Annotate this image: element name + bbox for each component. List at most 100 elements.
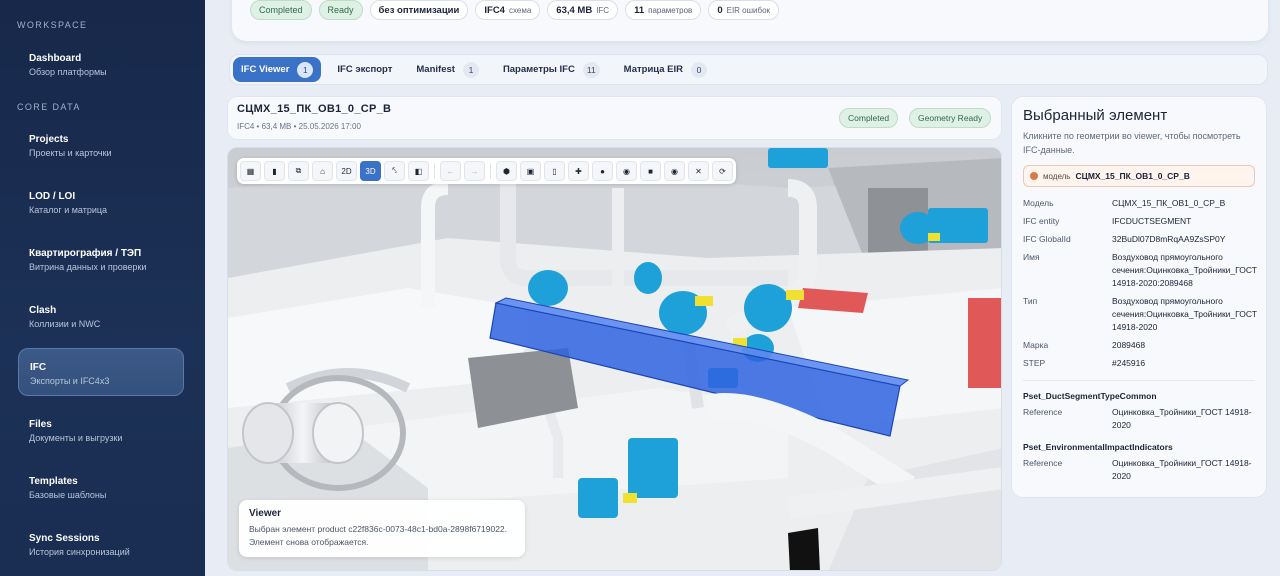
params-label: параметров	[648, 5, 693, 15]
property-row: Тип Воздуховод прямоугольного сечения:Оци…	[1023, 295, 1257, 334]
sidebar-item-files[interactable]: Files Документы и выгрузки	[18, 410, 184, 458]
tab-label: Manifest	[416, 64, 455, 75]
sidebar-item-ifc[interactable]: IFC Экспорты и IFC4x3	[18, 348, 184, 396]
property-key: Reference	[1023, 458, 1063, 468]
optimization-chip: без оптимизации	[369, 0, 469, 20]
measure-icon[interactable]: ⤣	[384, 161, 405, 181]
sidebar-item-clash[interactable]: Clash Коллизии и NWC	[18, 296, 184, 344]
property-key: Имя	[1023, 252, 1040, 262]
property-row: Имя Воздуховод прямоугольного сечения:Оци…	[1023, 251, 1257, 290]
pset-row: Reference Оцинковка_Тройники_ГОСТ 14918-2…	[1023, 406, 1255, 432]
model-chip: модель СЦМХ_15_ПК_ОВ1_0_СР_В	[1023, 165, 1255, 187]
model-dot-icon	[1030, 172, 1038, 180]
sidebar-item-subtitle: Документы и выгрузки	[29, 433, 123, 443]
sidebar-item-title: LOD / LOI	[29, 191, 76, 202]
tab-ifc-export[interactable]: IFC экспорт	[329, 57, 400, 82]
tab-count-badge: 0	[691, 61, 707, 78]
arrow-right-icon[interactable]: →	[464, 161, 485, 181]
selected-element-panel: Выбранный элемент Кликните по геометрии …	[1011, 96, 1267, 498]
pset-title: Pset_EnvironmentalImpactIndicators	[1023, 442, 1173, 452]
tab-bar: IFC Viewer 1 IFC экспорт Manifest 1 Пара…	[229, 54, 1268, 85]
viewer-toast: Viewer Выбран элемент product c22f836c-0…	[239, 500, 525, 557]
view-2d-button[interactable]: 2D	[336, 161, 357, 181]
sidebar-item-lod-loi[interactable]: LOD / LOI Каталог и матрица	[18, 182, 184, 230]
eir-label: EIR ошибок	[726, 5, 771, 15]
cube-icon[interactable]: ⬢	[496, 161, 517, 181]
property-value: IFCDUCTSEGMENT	[1112, 216, 1192, 226]
tab-label: Матрица EIR	[623, 64, 683, 75]
model-chip-name: СЦМХ_15_ПК_ОВ1_0_СР_В	[1075, 171, 1190, 181]
home-icon[interactable]: ⌂	[312, 161, 333, 181]
size-value: 63,4 MB	[556, 4, 593, 16]
box-select-icon[interactable]: ▣	[520, 161, 541, 181]
toast-message: Выбран элемент product c22f836c-0073-48c…	[249, 524, 508, 547]
eir-chip: 0 EIR ошибок	[708, 0, 780, 20]
tab-ifc-parameters[interactable]: Параметры IFC 11	[495, 57, 608, 82]
view-3d-button[interactable]: 3D	[360, 161, 381, 181]
tab-eir-matrix[interactable]: Матрица EIR 0	[616, 57, 715, 82]
property-value: 32BuDl07D8mRqAA9ZsSP0Y	[1112, 234, 1226, 244]
sidebar-item-subtitle: Проекты и карточки	[29, 148, 112, 158]
params-value: 11	[634, 4, 645, 16]
arrow-left-icon[interactable]: ←	[440, 161, 461, 181]
refresh-icon[interactable]: ⟳	[712, 161, 733, 181]
sidebar: WORKSPACE Dashboard Обзор платформы CORE…	[0, 0, 205, 576]
property-value: Оцинковка_Тройники_ГОСТ 14918-2020	[1112, 458, 1252, 481]
fit-view-icon[interactable]: ⧉	[288, 161, 309, 181]
property-key: STEP	[1023, 358, 1046, 368]
schema-value: IFC4	[484, 4, 505, 16]
pset-title: Pset_DuctSegmentTypeCommon	[1023, 391, 1157, 401]
property-value: СЦМХ_15_ПК_ОВ1_0_СР_В	[1112, 198, 1226, 208]
comment-icon[interactable]: ◉	[616, 161, 637, 181]
sidebar-item-dashboard[interactable]: Dashboard Обзор платформы	[18, 44, 184, 92]
status-badge-ready: Ready	[318, 0, 363, 20]
pset-row: Reference Оцинковка_Тройники_ГОСТ 14918-2…	[1023, 457, 1255, 483]
property-row: IFC GlobalId 32BuDl07D8mRqAA9ZsSP0Y	[1023, 233, 1255, 246]
sidebar-item-sync-sessions[interactable]: Sync Sessions История синхронизаций	[18, 524, 184, 572]
tab-label: Параметры IFC	[502, 64, 575, 75]
sidebar-item-subtitle: Базовые шаблоны	[29, 490, 107, 500]
status-badge-geometry-ready: Geometry Ready	[909, 108, 992, 128]
grid-icon[interactable]: ▦	[240, 161, 261, 181]
eir-value: 0	[717, 4, 723, 16]
tab-label: IFC экспорт	[337, 64, 393, 75]
property-row: IFC entity IFCDUCTSEGMENT	[1023, 215, 1255, 228]
tab-manifest[interactable]: Manifest 1	[408, 57, 487, 82]
size-label: IFC	[596, 5, 610, 15]
eye-icon[interactable]: ◉	[664, 161, 685, 181]
document-icon[interactable]: ▮	[264, 161, 285, 181]
property-value: Оцинковка_Тройники_ГОСТ 14918-2020	[1112, 407, 1252, 430]
property-key: IFC entity	[1023, 216, 1060, 226]
status-badge-completed: Completed	[839, 108, 899, 128]
sidebar-item-title: Dashboard	[29, 53, 82, 64]
tab-count-badge: 1	[462, 61, 479, 78]
property-row: STEP #245916	[1023, 357, 1255, 370]
sidebar-item-subtitle: Экспорты и IFC4x3	[30, 376, 110, 386]
property-key: Reference	[1023, 407, 1063, 417]
section-label-core-data: CORE DATA	[17, 102, 81, 112]
sidebar-item-apartments[interactable]: Квартирография / ТЭП Витрина данных и пр…	[18, 239, 184, 287]
params-chip: 11 параметров	[625, 0, 702, 20]
sidebar-item-title: Clash	[29, 305, 57, 316]
sidebar-item-title: Квартирография / ТЭП	[29, 248, 142, 259]
close-icon[interactable]: ✕	[688, 161, 709, 181]
property-value: Воздуховод прямоугольного сечения:Оцинко…	[1112, 252, 1257, 288]
property-key: IFC GlobalId	[1023, 234, 1071, 244]
sidebar-item-title: IFC	[30, 362, 47, 373]
section-icon[interactable]: ◧	[408, 161, 429, 181]
ifc-3d-viewer[interactable]: ▦ ▮ ⧉ ⌂ 2D 3D ⤣ ◧ ← → ⬢ ▣ ▯ ✚ ● ◉ ■ ◉ ✕ …	[227, 147, 1002, 571]
schema-chip: IFC4 схема	[475, 0, 541, 20]
property-key: Тип	[1023, 296, 1038, 306]
move-icon[interactable]: ✚	[568, 161, 589, 181]
person-icon[interactable]: ●	[592, 161, 613, 181]
sidebar-item-projects[interactable]: Projects Проекты и карточки	[18, 125, 184, 173]
size-chip: 63,4 MB IFC	[547, 0, 619, 20]
tab-ifc-viewer[interactable]: IFC Viewer 1	[233, 57, 322, 82]
tab-label: IFC Viewer	[241, 64, 290, 75]
sidebar-item-subtitle: Каталог и матрица	[29, 205, 108, 215]
sidebar-item-templates[interactable]: Templates Базовые шаблоны	[18, 467, 184, 515]
trash-icon[interactable]: ■	[640, 161, 661, 181]
sidebar-item-subtitle: Витрина данных и проверки	[29, 262, 147, 272]
sidebar-item-title: Sync Sessions	[29, 533, 100, 544]
phone-icon[interactable]: ▯	[544, 161, 565, 181]
